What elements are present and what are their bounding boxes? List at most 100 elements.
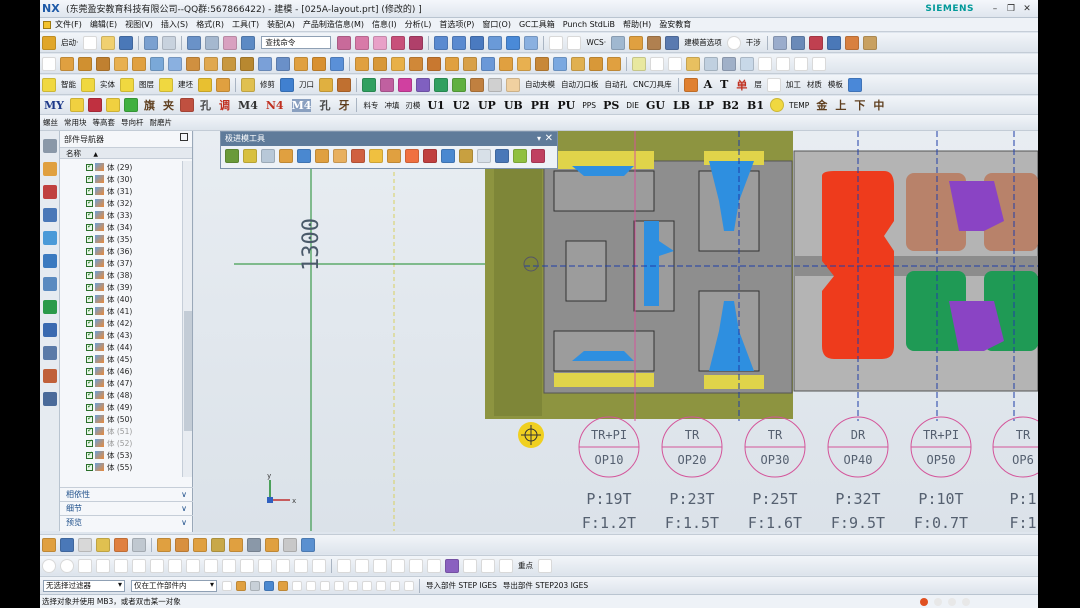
auto-clamp-button[interactable]: 自动夹模 <box>525 79 555 90</box>
visibility-checkbox[interactable] <box>86 330 93 339</box>
menu-insert[interactable]: 插入(S) <box>161 19 188 30</box>
bend-tool-icon[interactable] <box>315 149 329 163</box>
edge-blend-icon[interactable] <box>294 56 308 71</box>
interference-button[interactable]: 干涉 <box>746 37 761 48</box>
punch-fill-button[interactable]: 冲填 <box>384 100 399 111</box>
navigator-body-row[interactable]: 体 (53) <box>60 449 183 461</box>
n4-button[interactable]: N4 <box>266 99 284 112</box>
measure-tool-icon[interactable] <box>132 537 146 552</box>
visibility-checkbox[interactable] <box>86 450 93 459</box>
floating-toolbar-title-bar[interactable]: 极进模工具 ▾ ✕ <box>221 132 557 146</box>
equal-height-sleeve-button[interactable]: 等高套 <box>93 117 116 128</box>
navigator-body-row[interactable]: 体 (40) <box>60 293 183 305</box>
snap-existing-icon[interactable] <box>292 580 302 591</box>
visibility-checkbox[interactable] <box>86 378 93 387</box>
mirror-icon[interactable] <box>445 56 459 71</box>
navigator-body-row[interactable]: 体 (38) <box>60 269 183 281</box>
punctuation-icon[interactable] <box>948 598 956 606</box>
preferences-arrow-icon[interactable] <box>665 35 680 50</box>
spline-tool-icon[interactable] <box>794 56 808 71</box>
polygon-icon[interactable] <box>96 558 110 573</box>
menu-format[interactable]: 格式(R) <box>196 19 224 30</box>
details-section[interactable]: 细节 <box>60 501 193 515</box>
wcs-icon[interactable] <box>611 35 626 50</box>
grid-tool-icon[interactable] <box>538 558 552 573</box>
open-folder-icon[interactable] <box>101 35 116 50</box>
orient-icon[interactable] <box>452 35 467 50</box>
cut-tool-icon[interactable] <box>261 149 275 163</box>
snap-midpoint-icon[interactable] <box>250 580 260 591</box>
layer-tool-button[interactable]: 层 <box>754 79 762 90</box>
die-set-icon[interactable] <box>216 77 230 92</box>
copy-icon[interactable] <box>205 35 220 50</box>
navigator-body-row[interactable]: 体 (34) <box>60 221 183 233</box>
arc-3pt-icon[interactable] <box>60 558 74 573</box>
zoom-icon[interactable] <box>488 35 503 50</box>
rectangle-icon[interactable] <box>78 558 92 573</box>
reuse-library-icon[interactable] <box>43 231 57 245</box>
measure-icon[interactable] <box>790 35 805 50</box>
dependencies-section[interactable]: 相依性 <box>60 487 193 501</box>
datum-plane-icon[interactable] <box>632 56 646 71</box>
navigator-body-row[interactable]: 体 (46) <box>60 365 183 377</box>
trim-tool-icon[interactable] <box>241 77 255 92</box>
nx-icon[interactable] <box>43 392 57 406</box>
text-curve-icon[interactable] <box>337 558 351 573</box>
blank-icon[interactable] <box>159 77 173 92</box>
group-icon[interactable] <box>60 537 74 552</box>
strip-icon[interactable] <box>198 77 212 92</box>
thicken-icon[interactable] <box>499 56 513 71</box>
navigator-body-row[interactable]: 体 (31) <box>60 185 183 197</box>
assembly-navigator-icon[interactable] <box>43 162 57 176</box>
trim-curve-icon[interactable] <box>168 558 182 573</box>
emboss-icon[interactable] <box>517 56 531 71</box>
plate-magenta-icon[interactable] <box>398 77 412 92</box>
navigator-column-header[interactable]: 名称 ▲ <box>60 147 192 159</box>
hole-alt-button[interactable]: 孔 <box>319 97 330 113</box>
snap-control-point-icon[interactable] <box>390 580 400 591</box>
block-tool-icon[interactable] <box>243 149 257 163</box>
curve-icon[interactable] <box>355 35 370 50</box>
navigator-scrollbar[interactable] <box>182 161 192 477</box>
clamp-button[interactable]: 夹 <box>163 97 174 113</box>
text-tool-t[interactable]: T <box>720 78 728 91</box>
menu-preferences[interactable]: 首选项(P) <box>439 19 474 30</box>
filter-reset-icon[interactable] <box>222 580 232 591</box>
gear-icon[interactable] <box>683 77 698 92</box>
sheet-icon[interactable] <box>722 56 736 71</box>
pattern-icon[interactable] <box>427 56 441 71</box>
navigator-pin-icon[interactable] <box>180 133 188 141</box>
snap-endpoint-icon[interactable] <box>236 580 246 591</box>
block-part-icon[interactable] <box>180 98 195 112</box>
command-search-input[interactable]: 查找命令 <box>261 36 332 49</box>
gu-button[interactable]: GU <box>646 99 665 112</box>
visibility-checkbox[interactable] <box>86 390 93 399</box>
navigator-body-row[interactable]: 体 (45) <box>60 353 183 365</box>
sort-arrow-icon[interactable]: ▲ <box>93 151 98 158</box>
delete-face-icon[interactable] <box>391 56 405 71</box>
spline-icon[interactable] <box>409 35 424 50</box>
punch-tool-icon[interactable] <box>279 149 293 163</box>
extract-icon[interactable] <box>553 56 567 71</box>
line-icon[interactable] <box>391 35 406 50</box>
navigator-body-row[interactable]: 体 (47) <box>60 377 183 389</box>
cone-icon[interactable] <box>168 56 182 71</box>
plate-lime-icon[interactable] <box>452 77 466 92</box>
lb-button[interactable]: LB <box>673 99 690 112</box>
menu-tools[interactable]: 工具(T) <box>232 19 259 30</box>
b1-button[interactable]: B1 <box>747 99 764 112</box>
table-icon[interactable] <box>78 537 92 552</box>
dimension-icon[interactable] <box>862 35 877 50</box>
text-tool-a[interactable]: A <box>704 78 713 91</box>
command-finder-icon[interactable] <box>241 35 256 50</box>
draft-icon[interactable] <box>463 56 477 71</box>
snap-arc-center-icon[interactable] <box>320 580 330 591</box>
interference-icon[interactable] <box>726 35 741 50</box>
new-file-icon[interactable] <box>83 35 98 50</box>
bridge-icon[interactable] <box>294 558 308 573</box>
visibility-checkbox[interactable] <box>86 438 93 447</box>
navigator-body-row[interactable]: 体 (33) <box>60 209 183 221</box>
single-button[interactable]: 单 <box>736 77 747 93</box>
navigator-body-row[interactable]: 体 (35) <box>60 233 183 245</box>
my-button[interactable]: MY <box>44 99 64 112</box>
